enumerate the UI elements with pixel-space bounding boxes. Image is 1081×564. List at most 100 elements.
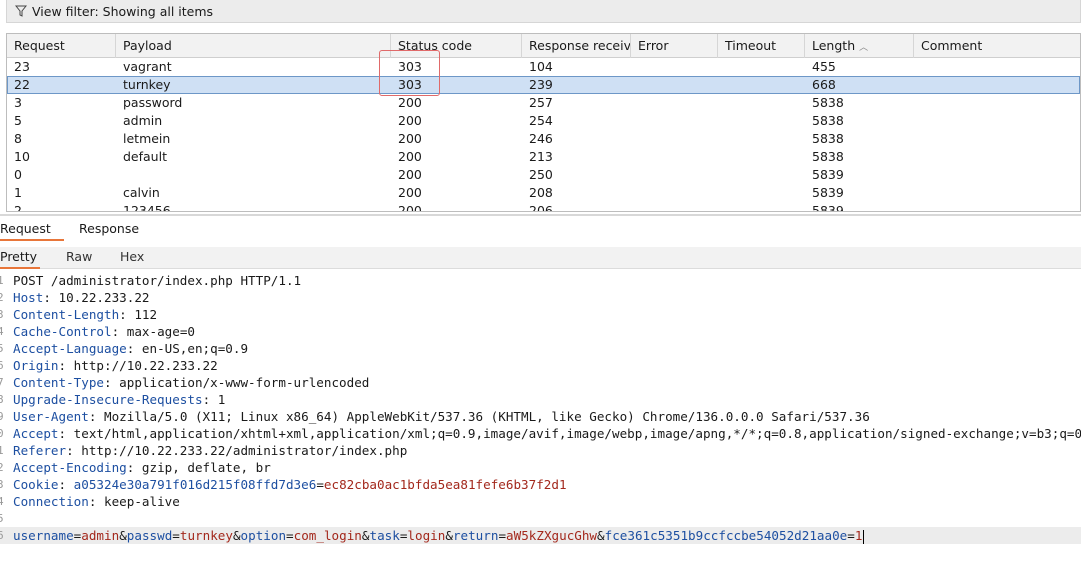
cookie-name: a05324e30a791f016d215f08ffd7d3e6 <box>73 477 317 492</box>
column-header-comment[interactable]: Comment <box>914 34 1080 58</box>
line-code: Connection: keep-alive <box>13 493 180 510</box>
table-row[interactable]: 8 letmein 200 246 5838 <box>7 130 1080 148</box>
column-header-length[interactable]: Length ︿ <box>805 34 914 58</box>
line-number: 1 <box>0 274 4 287</box>
header-value: : 10.22.233.22 <box>43 290 150 305</box>
tab-request[interactable]: Request <box>0 219 64 241</box>
editor-line: 6 username=admin&passwd=turnkey&option=co… <box>0 527 1081 544</box>
column-header-label: Timeout <box>725 38 777 53</box>
view-mode-tabs: Pretty Raw Hex <box>0 247 144 269</box>
param-name: return <box>452 528 499 543</box>
param-name: task <box>369 528 400 543</box>
request-line: POST /administrator/index.php HTTP/1.1 <box>13 273 302 288</box>
cell-length: 5838 <box>812 131 844 146</box>
view-tabs-bar <box>0 247 1081 269</box>
cell-response: 254 <box>529 113 553 128</box>
table-row[interactable]: 23 vagrant 303 104 455 <box>7 58 1080 76</box>
results-table: Request Payload Status code Response rec… <box>6 33 1081 212</box>
header-name: User-Agent <box>13 409 89 424</box>
param-sep: & <box>232 528 241 543</box>
column-header-response-received[interactable]: Response receiv… <box>522 34 631 58</box>
header-value: : http://10.22.233.22/administrator/inde… <box>66 443 408 458</box>
column-header-label: Error <box>638 38 669 53</box>
header-value: : 1 <box>202 392 226 407</box>
line-code <box>13 510 21 527</box>
column-header-label: Comment <box>921 38 983 53</box>
cell-status: 303 <box>398 59 422 74</box>
line-number: 9 <box>0 410 4 423</box>
view-filter-bar[interactable]: View filter: Showing all items <box>6 0 1081 23</box>
column-header-error[interactable]: Error <box>631 34 718 58</box>
param-value: admin <box>81 528 120 543</box>
line-number: 3 <box>0 308 4 321</box>
line-code: Upgrade-Insecure-Requests: 1 <box>13 391 225 408</box>
param-sep: & <box>597 528 605 543</box>
cell-payload: admin <box>123 113 163 128</box>
header-value: : keep-alive <box>88 494 180 509</box>
cell-response: 104 <box>529 59 553 74</box>
editor-line: 4 Connection: keep-alive <box>0 493 1081 510</box>
line-number: 5 <box>0 512 4 525</box>
tab-hex[interactable]: Hex <box>120 247 144 269</box>
editor-line: 8 Upgrade-Insecure-Requests: 1 <box>0 391 1081 408</box>
table-row[interactable]: 10 default 200 213 5838 <box>7 148 1080 166</box>
header-value: : 112 <box>119 307 158 322</box>
editor-line: 1 POST /administrator/index.php HTTP/1.1 <box>0 272 1081 289</box>
param-eq: = <box>286 528 294 543</box>
cell-status: 200 <box>398 149 422 164</box>
column-header-label: Length <box>812 38 856 53</box>
line-code: username=admin&passwd=turnkey&option=com… <box>13 527 865 544</box>
cell-status: 200 <box>398 131 422 146</box>
column-header-payload[interactable]: Payload <box>116 34 391 58</box>
line-number: 6 <box>0 359 4 372</box>
line-code: User-Agent: Mozilla/5.0 (X11; Linux x86_… <box>13 408 870 425</box>
header-value: : en-US,en;q=0.9 <box>126 341 249 356</box>
table-row[interactable]: 22 turnkey 303 239 668 <box>7 76 1080 94</box>
cookie-value: ec82cba0ac1bfda5ea81fefe6b37f2d1 <box>323 477 567 492</box>
pane-divider[interactable] <box>0 214 1081 216</box>
editor-line: 2 Accept-Encoding: gzip, deflate, br <box>0 459 1081 476</box>
header-name: Host <box>13 290 44 305</box>
cell-length: 455 <box>812 59 836 74</box>
param-eq: = <box>498 528 507 543</box>
line-code: Origin: http://10.22.233.22 <box>13 357 218 374</box>
line-code: Content-Type: application/x-www-form-url… <box>13 374 369 391</box>
cell-request: 23 <box>14 59 30 74</box>
line-number: 0 <box>0 427 4 440</box>
table-body: 23 vagrant 303 104 455 22 turnkey 303 239 668 3 pas… <box>7 58 1080 212</box>
param-name: option <box>240 528 287 543</box>
text-caret <box>863 529 865 544</box>
line-code: Accept-Language: en-US,en;q=0.9 <box>13 340 248 357</box>
cell-request: 1 <box>14 185 22 200</box>
cell-status: 200 <box>398 95 422 110</box>
filter-icon <box>15 5 27 17</box>
table-row[interactable]: 0 200 250 5839 <box>7 166 1080 184</box>
tab-raw[interactable]: Raw <box>66 247 94 269</box>
cell-request: 22 <box>14 77 30 92</box>
line-code: Cookie: a05324e30a791f016d215f08ffd7d3e6… <box>13 476 567 493</box>
cell-length: 5839 <box>812 203 844 212</box>
param-value: aW5kZXgucGhw <box>506 528 598 543</box>
header-name: Accept-Encoding <box>13 460 127 475</box>
param-value: 1 <box>854 528 863 543</box>
tab-pretty[interactable]: Pretty <box>0 247 40 269</box>
column-header-status-code[interactable]: Status code <box>391 34 522 58</box>
table-row[interactable]: 2 123456 200 206 5839 <box>7 202 1080 212</box>
header-name: Accept-Language <box>13 341 127 356</box>
table-row[interactable]: 5 admin 200 254 5838 <box>7 112 1080 130</box>
cell-request: 5 <box>14 113 22 128</box>
column-header-timeout[interactable]: Timeout <box>718 34 805 58</box>
editor-line: 1 Referer: http://10.22.233.22/administra… <box>0 442 1081 459</box>
table-row[interactable]: 3 password 200 257 5838 <box>7 94 1080 112</box>
cell-payload: vagrant <box>123 59 172 74</box>
request-editor[interactable]: 1 POST /administrator/index.php HTTP/1.1 2… <box>0 272 1081 564</box>
line-code: Referer: http://10.22.233.22/administrat… <box>13 442 407 459</box>
cell-response: 208 <box>529 185 553 200</box>
line-code: Cache-Control: max-age=0 <box>13 323 195 340</box>
tab-response[interactable]: Response <box>64 219 153 241</box>
table-row[interactable]: 1 calvin 200 208 5839 <box>7 184 1080 202</box>
line-number: 6 <box>0 529 4 542</box>
editor-line: 5 <box>0 510 1081 527</box>
column-header-request[interactable]: Request <box>7 34 116 58</box>
table-header: Request Payload Status code Response rec… <box>7 34 1080 58</box>
